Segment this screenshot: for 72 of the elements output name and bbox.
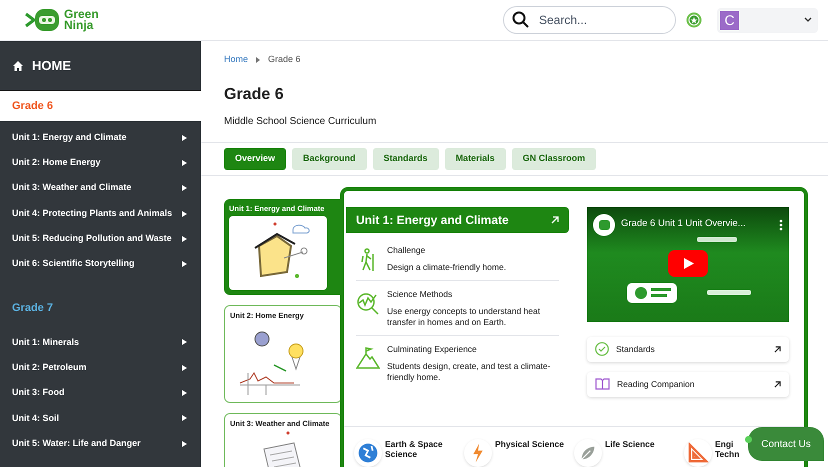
- section-text: Students design, create, and test a climate-friendly home.: [387, 360, 552, 382]
- channel-logo-icon: [593, 214, 615, 236]
- caret-right-icon: [256, 56, 260, 63]
- caret-right-icon: [182, 440, 187, 447]
- play-button-icon[interactable]: [668, 250, 708, 276]
- sidebar-item[interactable]: Unit 2: Petroleum: [0, 355, 201, 380]
- user-menu[interactable]: C: [717, 8, 818, 32]
- subject-label: Earth & Space: [385, 438, 443, 448]
- breadcrumb-current: Grade 6: [268, 53, 301, 66]
- book-icon: [595, 378, 610, 390]
- caret-right-icon: [182, 339, 187, 346]
- more-vertical-icon[interactable]: [779, 218, 783, 230]
- grade-heading[interactable]: Grade 7: [0, 290, 201, 326]
- tab[interactable]: Materials: [444, 148, 506, 170]
- page-subtitle: Middle School Science Curriculum: [224, 114, 378, 128]
- caret-right-icon: [182, 160, 187, 166]
- arrow-up-right-icon: [551, 216, 559, 224]
- caret-right-icon: [182, 390, 187, 396]
- tab[interactable]: Background: [292, 148, 367, 170]
- section-heading: Culminating Experience: [387, 344, 478, 354]
- video-player[interactable]: Grade 6 Unit 1 Unit Overvie...: [587, 206, 789, 322]
- section-text: Use energy concepts to understand heat transfer in homes and on Earth.: [387, 306, 542, 328]
- caret-right-icon: [182, 185, 187, 192]
- sidebar-item[interactable]: Unit 1: Minerals: [0, 330, 201, 356]
- sidebar-item[interactable]: Unit 3: Weather and Climate: [0, 176, 201, 201]
- check-circle-icon: [595, 342, 609, 356]
- sidebar-item[interactable]: Unit 3: Food: [0, 380, 201, 406]
- subject-label: Physical Science: [495, 438, 564, 448]
- tab[interactable]: Standards: [372, 148, 439, 170]
- sidebar-item[interactable]: Unit 1: Energy and Climate: [0, 125, 201, 150]
- sidebar-item[interactable]: Unit 5: Reducing Pollution and Waste: [0, 226, 201, 252]
- badge-icon[interactable]: [686, 12, 702, 28]
- section-heading: Science Methods: [387, 288, 454, 300]
- page-title: Grade 6: [224, 84, 285, 104]
- arrow-up-right-icon: [774, 346, 781, 352]
- subject-label: Life Science: [605, 438, 655, 448]
- unit-title-link[interactable]: Unit 1: Energy and Climate: [346, 206, 569, 232]
- resource-link[interactable]: Standards: [587, 336, 789, 362]
- video-title: Grade 6 Unit 1 Unit Overvie...: [621, 217, 746, 232]
- tab[interactable]: GN Classroom: [512, 148, 596, 170]
- caret-right-icon: [182, 364, 187, 371]
- resource-link[interactable]: Reading Companion: [587, 372, 789, 396]
- section-text: Design a climate-friendly home.: [387, 262, 506, 272]
- caret-right-icon: [182, 210, 187, 217]
- sidebar-item[interactable]: Unit 5: Water: Life and Danger: [0, 430, 201, 456]
- search-field[interactable]: Search...: [503, 6, 676, 34]
- caret-right-icon: [182, 415, 187, 422]
- logo-text: Green: [64, 9, 99, 20]
- arrow-up-right-icon: [774, 380, 781, 388]
- caret-right-icon: [182, 236, 187, 242]
- home-icon: [12, 60, 24, 72]
- sidebar-item[interactable]: Unit 4: Protecting Plants and Animals: [0, 200, 201, 226]
- hiker-icon: [359, 248, 377, 272]
- tab[interactable]: Overview: [224, 148, 286, 170]
- section-heading: Challenge: [387, 244, 426, 256]
- ninja-logo-icon: [25, 8, 61, 32]
- magnifier-chart-icon: [356, 292, 380, 316]
- caret-right-icon: [182, 134, 187, 141]
- user-avatar: C: [720, 10, 739, 30]
- breadcrumb-link[interactable]: Home: [224, 53, 248, 66]
- sidebar-item[interactable]: Unit 4: Soil: [0, 406, 201, 431]
- mountain-flag-icon: [356, 346, 380, 368]
- contact-button[interactable]: Contact Us: [748, 427, 824, 461]
- subject-label: Engi: [715, 438, 734, 448]
- caret-right-icon: [182, 261, 187, 268]
- search-icon: [512, 11, 530, 29]
- subject-label: Science: [385, 448, 418, 458]
- subject-label: Techn: [715, 448, 740, 458]
- logo-text: Ninja: [64, 20, 94, 31]
- chevron-down-icon: [804, 17, 812, 23]
- sidebar-item[interactable]: Unit 2: Home Energy: [0, 150, 201, 176]
- sidebar-item[interactable]: Unit 6: Scientific Storytelling: [0, 251, 201, 277]
